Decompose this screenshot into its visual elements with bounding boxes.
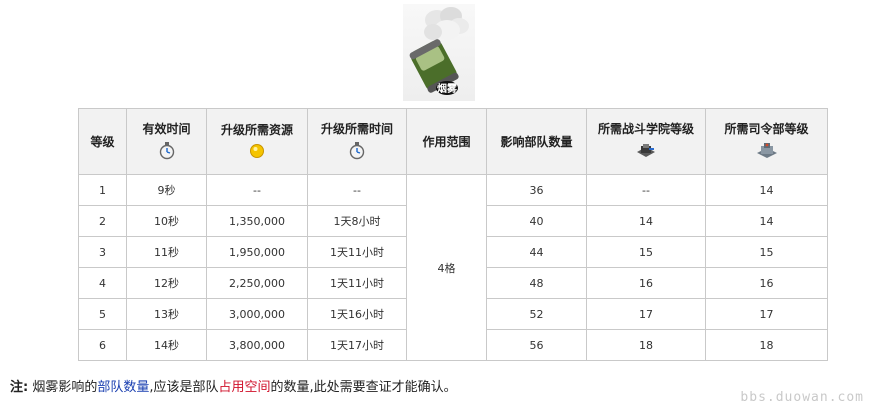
stopwatch-icon [159,142,175,163]
cell-time: 1天8小时 [307,205,407,237]
cell-troops: 52 [486,298,587,330]
cell-troops: 40 [486,205,587,237]
cell-armory: 14 [586,205,706,237]
cell-time: 1天11小时 [307,236,407,268]
cell-cost: 1,950,000 [206,236,308,268]
cell-level: 1 [78,174,127,206]
header-duration: 有效时间 [126,108,207,175]
cell-duration: 11秒 [126,236,207,268]
cell-level: 5 [78,298,127,330]
watermark: bbs.duowan.com [740,390,864,405]
footnote-text: 烟雾影响的 [32,380,98,395]
smoke-spell-level-table: 等级 有效时间 升级所需资源 升级所需时间 作用范围 影响部队数量 所需战斗学院… [78,108,828,361]
cell-level: 2 [78,205,127,237]
headquarters-building-icon [755,142,779,163]
cell-armory: -- [586,174,706,206]
smoke-spell-image: 烟雾 [403,4,475,101]
cell-cost: 3,800,000 [206,329,308,361]
cell-troops: 36 [486,174,587,206]
cell-duration: 12秒 [126,267,207,299]
cell-troops: 44 [486,236,587,268]
cell-cost: 2,250,000 [206,267,308,299]
cell-hq: 15 [705,236,828,268]
cell-level: 4 [78,267,127,299]
header-required-armory: 所需战斗学院等级 [586,108,706,175]
cell-time: 1天11小时 [307,267,407,299]
cell-troops: 56 [486,329,587,361]
cell-hq: 17 [705,298,828,330]
cell-range: 4格 [406,174,487,361]
footnote-text: ,应该是部队 [149,380,219,395]
housing-space-highlight: 占用空间 [218,380,271,395]
cell-armory: 15 [586,236,706,268]
stopwatch-icon [349,142,365,163]
cell-duration: 14秒 [126,329,207,361]
cell-troops: 48 [486,267,587,299]
cell-armory: 16 [586,267,706,299]
header-upgrade-time: 升级所需时间 [307,108,407,175]
cell-cost: -- [206,174,308,206]
cell-hq: 16 [705,267,828,299]
header-level: 等级 [78,108,127,175]
footnote-label: 注: [10,380,29,395]
troop-count-link[interactable]: 部队数量 [97,380,149,395]
cell-duration: 10秒 [126,205,207,237]
table-header-row: 等级 有效时间 升级所需资源 升级所需时间 作用范围 影响部队数量 所需战斗学院… [78,108,828,175]
table-row: 1 9秒 -- -- 4格 36 -- 14 [78,174,828,361]
cell-cost: 1,350,000 [206,205,308,237]
smoke-canister-icon: 烟雾 [409,7,469,95]
gold-coin-icon [249,143,265,162]
armory-building-icon [635,142,657,163]
cell-time: 1天17小时 [307,329,407,361]
spell-name-badge: 烟雾 [437,82,458,95]
header-affected-troops: 影响部队数量 [486,108,587,175]
footnote-text: 的数量,此处需要查证才能确认。 [270,380,457,395]
cell-level: 6 [78,329,127,361]
cell-hq: 18 [705,329,828,361]
cell-time: 1天16小时 [307,298,407,330]
header-required-hq: 所需司令部等级 [705,108,828,175]
footnote: 注: 烟雾影响的部队数量,应该是部队占用空间的数量,此处需要查证才能确认。 [10,376,457,395]
cell-level: 3 [78,236,127,268]
header-upgrade-cost: 升级所需资源 [206,108,308,175]
cell-armory: 17 [586,298,706,330]
cell-cost: 3,000,000 [206,298,308,330]
header-range: 作用范围 [406,108,487,175]
cell-hq: 14 [705,174,828,206]
cell-duration: 13秒 [126,298,207,330]
cell-duration: 9秒 [126,174,207,206]
cell-time: -- [307,174,407,206]
cell-armory: 18 [586,329,706,361]
cell-hq: 14 [705,205,828,237]
